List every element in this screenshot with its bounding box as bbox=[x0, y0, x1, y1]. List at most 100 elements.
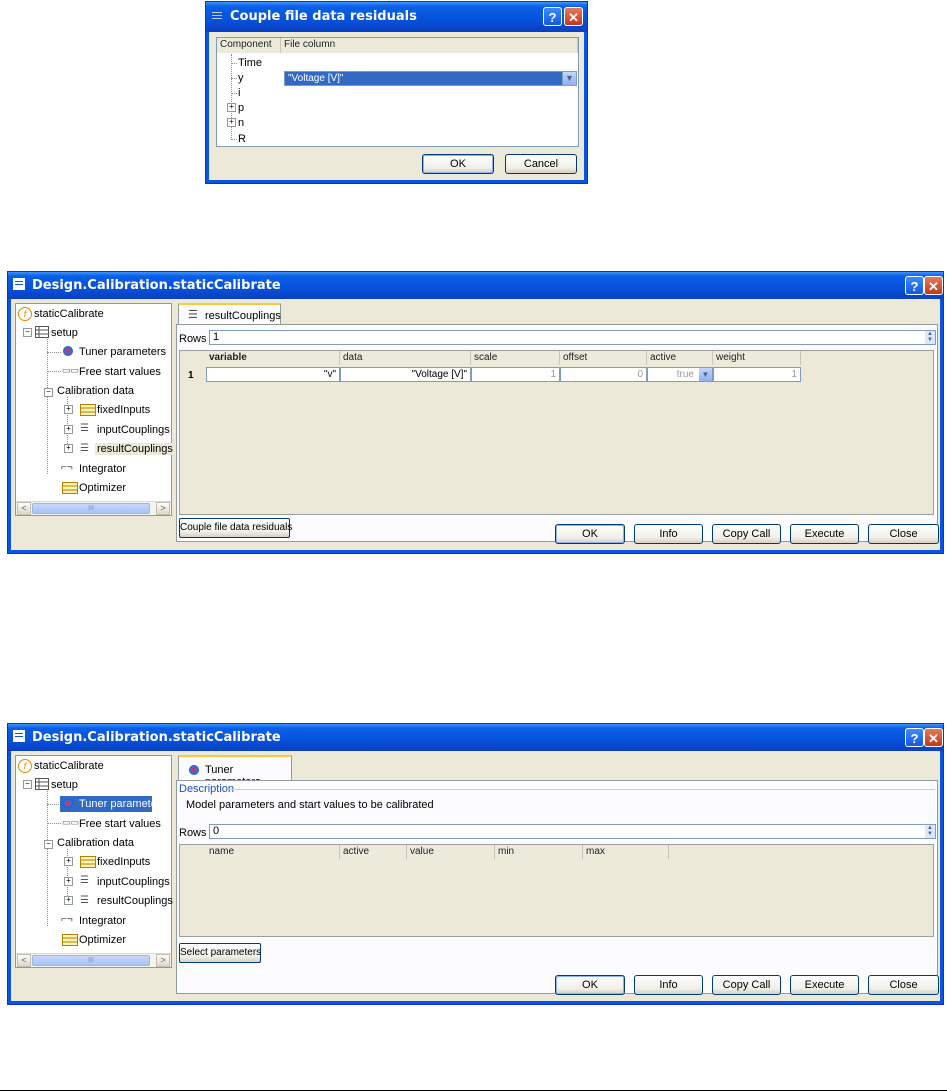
tree-item-r[interactable]: R bbox=[238, 133, 246, 145]
tree-item-y[interactable]: y bbox=[238, 72, 244, 84]
execute-button[interactable]: Execute bbox=[790, 975, 859, 995]
cell-weight[interactable]: 1 bbox=[713, 367, 801, 382]
tab-resultcouplings[interactable]: ☰ resultCouplings bbox=[178, 303, 281, 325]
column-header-weight[interactable]: weight bbox=[713, 351, 801, 365]
column-header-offset[interactable]: offset bbox=[560, 351, 647, 365]
column-header-component[interactable]: Component bbox=[217, 38, 281, 53]
tab-tuner-parameters[interactable]: Tuner parameters bbox=[178, 755, 292, 788]
expand-inputcouplings-icon[interactable]: + bbox=[64, 425, 73, 434]
navigation-tree[interactable]: f staticCalibrate − setup Tuner paramete… bbox=[15, 755, 173, 968]
cell-scale[interactable]: 1 bbox=[471, 367, 560, 382]
column-header-variable[interactable]: variable bbox=[206, 351, 340, 365]
tree-item-optimizer[interactable]: Optimizer bbox=[79, 482, 126, 494]
tree-item-integrator[interactable]: Integrator bbox=[79, 463, 126, 475]
scroll-thumb[interactable]: III bbox=[32, 955, 150, 966]
expand-resultcouplings-icon[interactable]: + bbox=[64, 896, 73, 905]
scroll-right-icon[interactable]: > bbox=[156, 502, 170, 515]
column-header-name[interactable]: name bbox=[206, 845, 340, 859]
column-header-scale[interactable]: scale bbox=[471, 351, 560, 365]
info-button[interactable]: Info bbox=[634, 975, 703, 995]
help-icon[interactable]: ? bbox=[905, 276, 924, 295]
close-button[interactable]: Close bbox=[868, 524, 939, 544]
expand-p-icon[interactable]: + bbox=[227, 103, 236, 112]
collapse-setup-icon[interactable]: − bbox=[23, 780, 32, 789]
tree-item-setup[interactable]: setup bbox=[51, 779, 78, 791]
tree-item-resultcouplings[interactable]: resultCouplings bbox=[95, 443, 175, 455]
tuner-parameters-table[interactable]: name active value min max bbox=[179, 844, 934, 937]
chevron-down-icon[interactable]: ▼ bbox=[562, 72, 576, 85]
chevron-down-icon[interactable]: ▼ bbox=[699, 368, 712, 381]
tree-item-fixedinputs[interactable]: fixedInputs bbox=[97, 404, 150, 416]
scroll-left-icon[interactable]: < bbox=[17, 502, 31, 515]
tree-item-inputcouplings[interactable]: inputCouplings bbox=[97, 876, 170, 888]
tree-item-calibration-data[interactable]: Calibration data bbox=[57, 385, 134, 397]
tree-item-free-start-values[interactable]: Free start values bbox=[79, 366, 161, 378]
tree-item-fixedinputs[interactable]: fixedInputs bbox=[97, 856, 150, 868]
help-icon[interactable]: ? bbox=[543, 7, 562, 26]
ok-button[interactable]: OK bbox=[422, 154, 494, 174]
info-button[interactable]: Info bbox=[634, 524, 703, 544]
column-header-data[interactable]: data bbox=[340, 351, 471, 365]
close-button[interactable]: Close bbox=[868, 975, 939, 995]
column-header-file-column[interactable]: File column bbox=[281, 38, 578, 53]
collapse-calibration-data-icon[interactable]: − bbox=[44, 388, 53, 397]
tree-item-i[interactable]: i bbox=[238, 87, 240, 99]
navigation-tree[interactable]: f staticCalibrate − setup Tuner paramete… bbox=[15, 303, 175, 516]
spinner-arrows-icon[interactable]: ▲ ▼ bbox=[925, 825, 935, 838]
collapse-setup-icon[interactable]: − bbox=[23, 328, 32, 337]
couple-file-data-residuals-button[interactable]: Couple file data residuals bbox=[179, 518, 292, 538]
cell-data[interactable]: "Voltage [V]" bbox=[340, 367, 471, 382]
close-icon[interactable]: ✕ bbox=[924, 728, 943, 747]
column-header-max[interactable]: max bbox=[583, 845, 669, 859]
column-header-min[interactable]: min bbox=[495, 845, 583, 859]
copy-call-button[interactable]: Copy Call bbox=[712, 975, 781, 995]
tree-item-n[interactable]: n bbox=[238, 117, 244, 129]
expand-fixedinputs-icon[interactable]: + bbox=[64, 857, 73, 866]
expand-resultcouplings-icon[interactable]: + bbox=[64, 444, 73, 453]
component-tree-table[interactable]: Component File column Time y i + p + n R… bbox=[216, 37, 579, 147]
tree-item-staticcalibrate[interactable]: staticCalibrate bbox=[34, 308, 104, 320]
execute-button[interactable]: Execute bbox=[790, 524, 859, 544]
tree-item-time[interactable]: Time bbox=[238, 57, 262, 69]
scroll-thumb[interactable]: III bbox=[32, 503, 150, 514]
scroll-right-icon[interactable]: > bbox=[156, 954, 170, 967]
spinner-arrows-icon[interactable]: ▲ ▼ bbox=[925, 331, 935, 344]
tree-scrollbar[interactable]: < III > bbox=[16, 501, 171, 515]
collapse-calibration-data-icon[interactable]: − bbox=[44, 840, 53, 849]
title-bar[interactable]: Design.Calibration.staticCalibrate ? ✕ bbox=[8, 272, 943, 299]
cancel-button[interactable]: Cancel bbox=[505, 154, 577, 174]
column-header-active[interactable]: active bbox=[340, 845, 407, 859]
cell-offset[interactable]: 0 bbox=[560, 367, 647, 382]
close-icon[interactable]: ✕ bbox=[564, 7, 583, 26]
file-column-select[interactable]: "Voltage [V]" ▼ bbox=[284, 71, 577, 86]
tree-scrollbar[interactable]: < III > bbox=[16, 953, 171, 967]
ok-button[interactable]: OK bbox=[555, 975, 625, 995]
column-header-value[interactable]: value bbox=[407, 845, 495, 859]
rows-spinner[interactable]: 0 ▲ ▼ bbox=[209, 824, 936, 839]
help-icon[interactable]: ? bbox=[905, 728, 924, 747]
scroll-left-icon[interactable]: < bbox=[17, 954, 31, 967]
tree-item-inputcouplings[interactable]: inputCouplings bbox=[97, 424, 170, 436]
tree-item-staticcalibrate[interactable]: staticCalibrate bbox=[34, 760, 104, 772]
close-icon[interactable]: ✕ bbox=[924, 276, 943, 295]
tree-item-tuner-parameters[interactable]: Tuner parameters bbox=[79, 346, 166, 358]
tree-item-resultcouplings[interactable]: resultCouplings bbox=[97, 895, 173, 907]
title-bar[interactable]: Design.Calibration.staticCalibrate ? ✕ bbox=[8, 724, 943, 751]
copy-call-button[interactable]: Copy Call bbox=[712, 524, 781, 544]
tree-item-optimizer[interactable]: Optimizer bbox=[79, 934, 126, 946]
ok-button[interactable]: OK bbox=[555, 524, 625, 544]
column-header-active[interactable]: active bbox=[647, 351, 713, 365]
tree-item-setup[interactable]: setup bbox=[51, 327, 78, 339]
tree-item-calibration-data[interactable]: Calibration data bbox=[57, 837, 134, 849]
cell-active[interactable]: true ▼ bbox=[647, 367, 713, 382]
tree-item-free-start-values[interactable]: Free start values bbox=[79, 818, 161, 830]
result-couplings-table[interactable]: variable data scale offset active weight… bbox=[179, 350, 934, 515]
cell-variable[interactable]: "v" bbox=[206, 367, 340, 382]
tree-item-tuner-parameters[interactable]: Tuner parameters bbox=[79, 798, 166, 810]
select-parameters-button[interactable]: Select parameters bbox=[179, 943, 261, 963]
tree-item-integrator[interactable]: Integrator bbox=[79, 915, 126, 927]
title-bar[interactable]: Couple file data residuals ? ✕ bbox=[206, 2, 587, 32]
rows-spinner[interactable]: 1 ▲ ▼ bbox=[209, 330, 936, 345]
expand-inputcouplings-icon[interactable]: + bbox=[64, 877, 73, 886]
tree-item-p[interactable]: p bbox=[238, 102, 244, 114]
